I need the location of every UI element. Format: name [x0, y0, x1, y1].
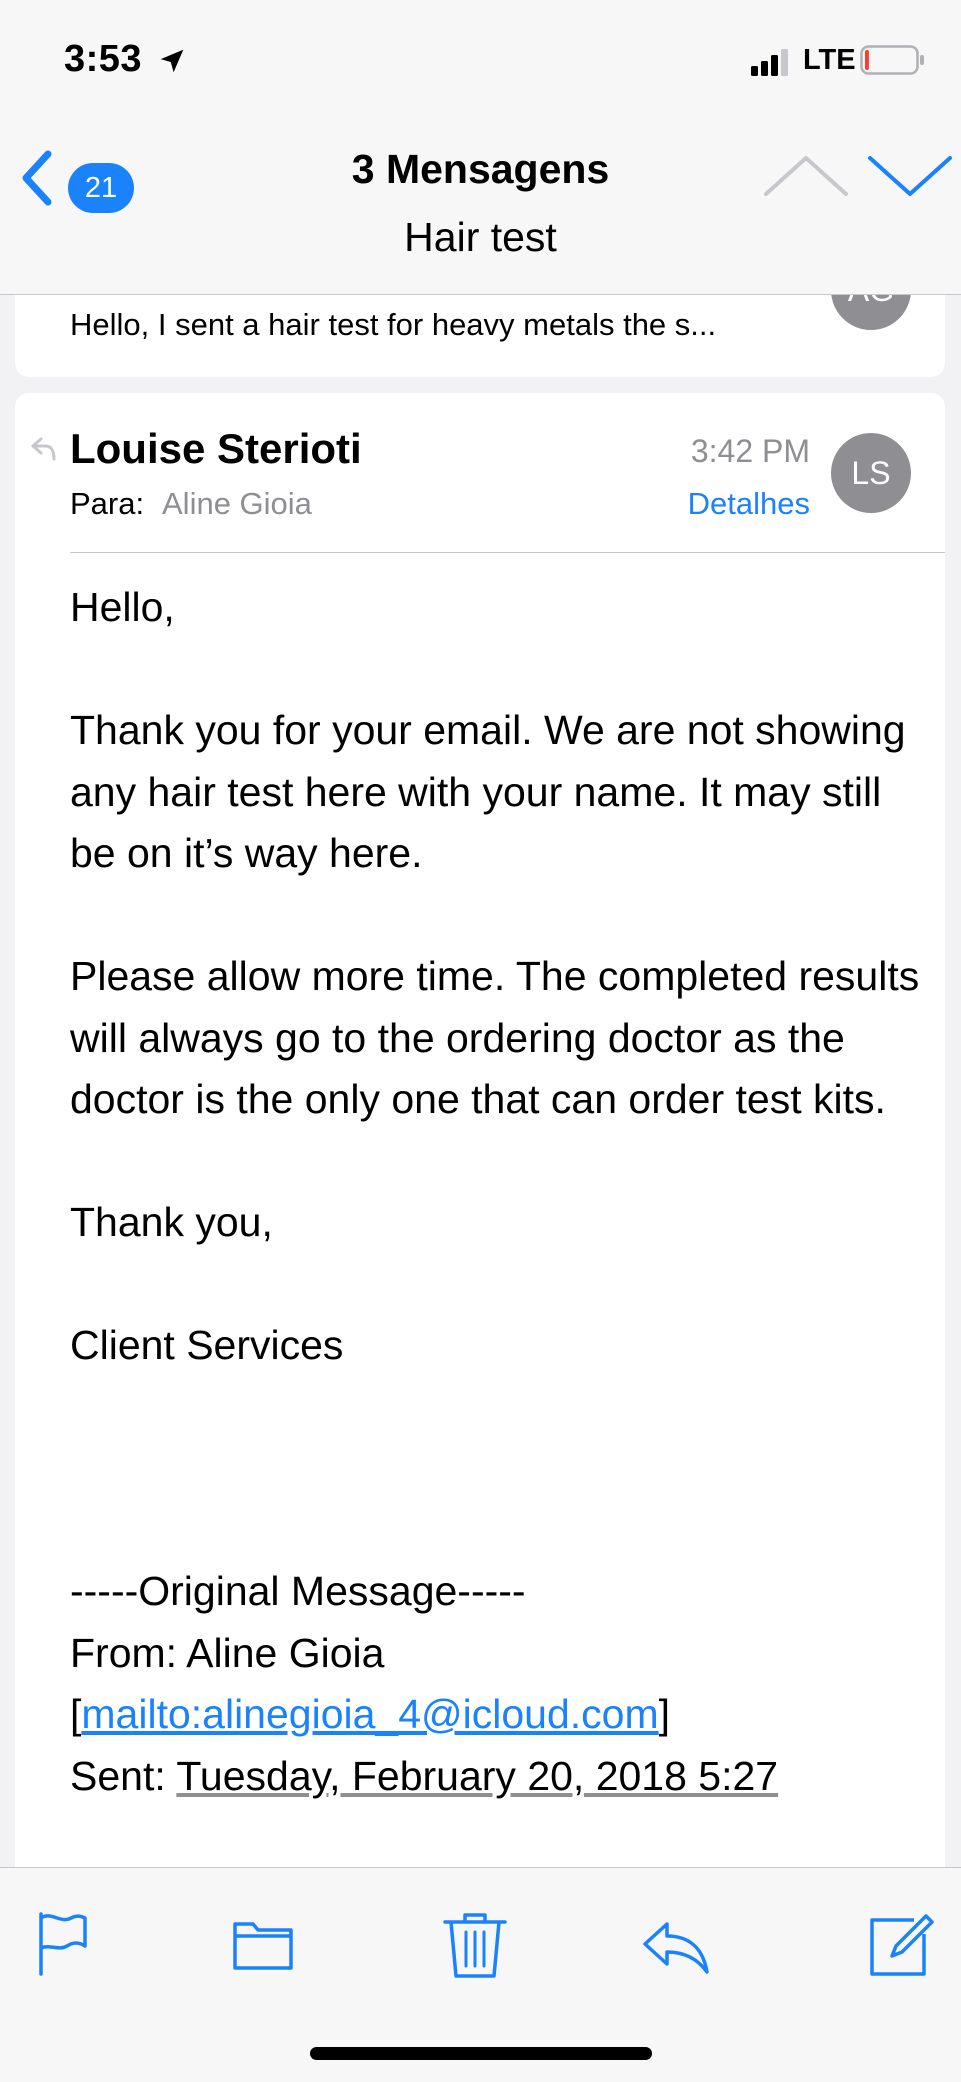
previous-message-card[interactable]: Hello, I sent a hair test for heavy meta… [15, 295, 945, 377]
chevron-down-icon[interactable] [864, 148, 956, 204]
body-signature: Client Services [70, 1322, 344, 1368]
replied-icon [31, 437, 56, 461]
signal-bars-icon [751, 49, 788, 76]
navigation-bar: 21 3 Mensagens Hair test [0, 120, 961, 295]
network-type: LTE [803, 44, 856, 76]
home-indicator[interactable] [310, 2047, 652, 2060]
body-paragraph-2: Please allow more time. The completed re… [70, 953, 920, 1122]
message-body: Hello, Thank you for your email. We are … [70, 577, 930, 1807]
flag-icon[interactable] [25, 1906, 101, 1982]
recipient-label: Para: [70, 486, 145, 521]
body-signoff: Thank you, [70, 1199, 273, 1245]
bracket-open: [ [70, 1691, 82, 1737]
original-from-line: From: Aline Gioia [70, 1629, 385, 1676]
thread-subject: Hair test [404, 214, 557, 260]
chevron-up-icon[interactable] [760, 148, 852, 204]
original-mailto-line: [mailto:alinegioia_4@icloud.com] [70, 1684, 930, 1746]
body-paragraph-1: Thank you for your email. We are not sho… [70, 707, 906, 876]
reply-icon[interactable] [637, 1906, 713, 1982]
location-arrow-icon [160, 49, 184, 73]
previous-message-snippet: Hello, I sent a hair test for heavy meta… [70, 307, 717, 342]
body-greeting: Hello, [70, 584, 175, 630]
trash-icon[interactable] [437, 1906, 513, 1982]
battery-icon [860, 45, 924, 75]
avatar: AG [831, 295, 911, 330]
original-message-header: -----Original Message----- [70, 1568, 526, 1614]
details-link[interactable]: Detalhes [688, 486, 810, 522]
compose-icon[interactable] [862, 1906, 938, 1982]
avatar[interactable]: LS [831, 433, 911, 513]
recipient-name[interactable]: Aline Gioia [162, 486, 312, 522]
folder-icon[interactable] [225, 1906, 301, 1982]
message-time: 3:42 PM [690, 433, 810, 469]
mailto-link[interactable]: mailto:alinegioia_4@icloud.com [81, 1691, 658, 1737]
divider [70, 552, 945, 553]
sent-date-link[interactable]: Tuesday, February 20, 2018 5:27 [176, 1753, 778, 1799]
message-card: Louise Sterioti Para: Aline Gioia 3:42 P… [15, 393, 945, 1993]
original-sent-line: Sent: Tuesday, February 20, 2018 5:27 [70, 1746, 930, 1808]
status-time: 3:53 [64, 38, 143, 80]
status-bar: 3:53 LTE [0, 0, 961, 120]
sender-name: Louise Sterioti [70, 425, 362, 472]
bracket-close: ] [658, 1691, 671, 1737]
sent-label: Sent: [70, 1752, 177, 1799]
